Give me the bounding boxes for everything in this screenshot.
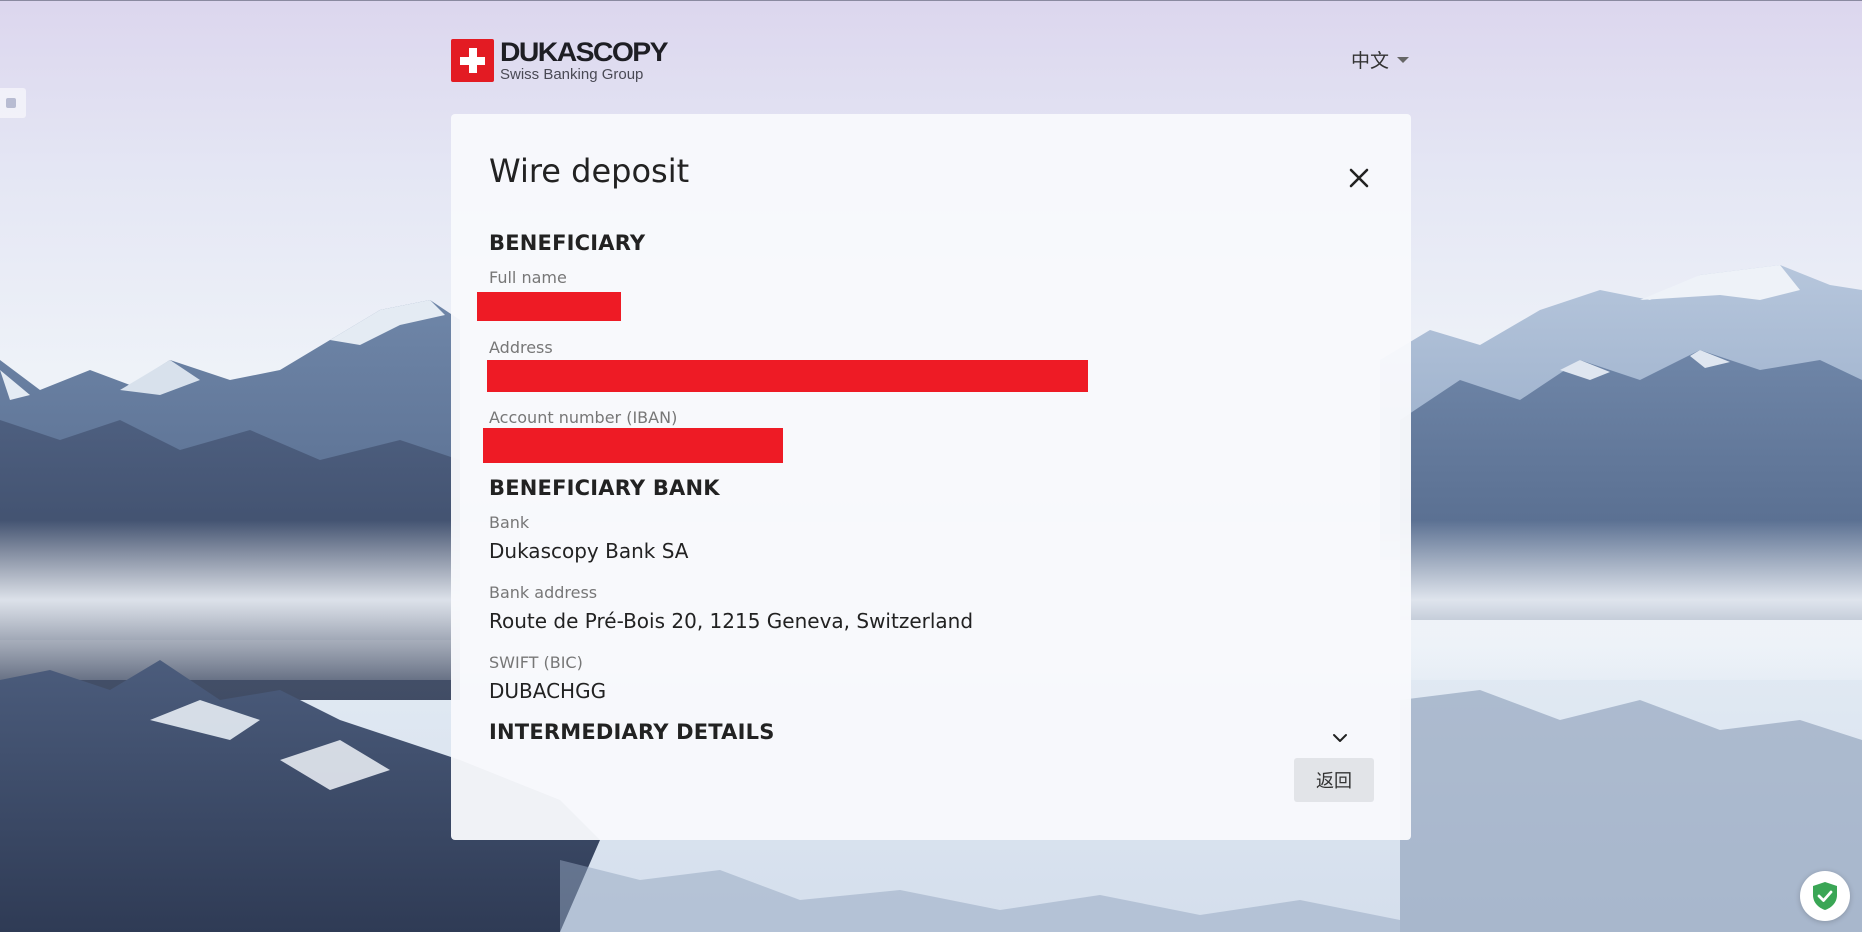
language-label: 中文 [1350,50,1389,72]
logo-tagline: Swiss Banking Group [500,66,644,83]
dialog-title: Wire deposit [489,152,690,190]
swift-label: SWIFT (BIC) [489,653,583,672]
logo-text: DUKASCOPY Swiss Banking Group [500,39,669,84]
bank-value: Dukascopy Bank SA [489,539,689,563]
page-header: DUKASCOPY Swiss Banking Group 中文 [451,36,1411,86]
full-name-redacted [477,292,621,321]
address-redacted [487,360,1088,392]
intermediary-details-heading[interactable]: INTERMEDIARY DETAILS [489,720,775,744]
wire-deposit-dialog: Wire deposit BENEFICIARY Full name Addre… [451,114,1411,840]
beneficiary-bank-heading: BENEFICIARY BANK [489,476,720,500]
beneficiary-heading: BENEFICIARY [489,231,646,255]
side-feedback-tab[interactable] [0,88,26,118]
swift-value: DUBACHGG [489,679,607,703]
bank-address-label: Bank address [489,583,598,602]
bank-address-value: Route de Pré-Bois 20, 1215 Geneva, Switz… [489,609,974,633]
language-selector[interactable]: 中文 [1351,46,1409,73]
top-border [0,0,1862,1]
account-number-redacted [483,428,783,463]
account-number-label: Account number (IBAN) [489,408,678,427]
bank-label: Bank [489,513,530,532]
close-icon[interactable] [1345,164,1373,192]
security-badge[interactable] [1800,871,1850,921]
logo-name: DUKASCOPY [500,37,669,67]
caret-down-icon [1397,56,1409,63]
dukascopy-logo[interactable]: DUKASCOPY Swiss Banking Group [451,39,669,84]
back-button[interactable]: 返回 [1294,758,1374,802]
swiss-cross-icon [451,39,494,82]
chevron-down-icon[interactable] [1331,729,1349,747]
address-label: Address [489,338,553,357]
shield-check-icon [1813,882,1837,910]
full-name-label: Full name [489,268,567,287]
